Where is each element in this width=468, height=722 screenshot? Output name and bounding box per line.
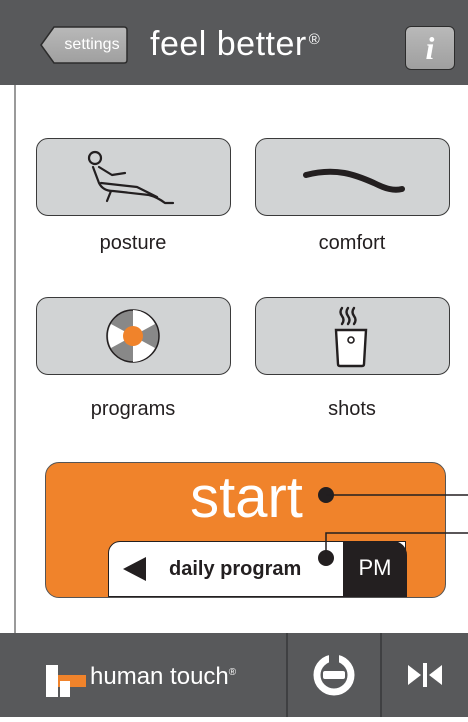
start-panel: start daily program PM: [45, 462, 446, 598]
app-screen: settings feel better® i posture comfort: [0, 0, 468, 717]
play-pause-icon: [408, 663, 442, 687]
registered-mark: ®: [308, 31, 321, 48]
power-circle-icon: [313, 651, 355, 696]
app-title-text: feel better: [150, 25, 307, 63]
recliner-posture-icon: [87, 150, 175, 205]
bottom-bar: human touch®: [0, 633, 468, 717]
pm-toggle[interactable]: PM: [343, 541, 407, 597]
posture-label: posture: [99, 232, 167, 254]
play-pause-button[interactable]: [382, 633, 468, 717]
left-arrow-icon[interactable]: [121, 555, 149, 583]
info-button[interactable]: i: [405, 26, 455, 70]
top-bar: settings feel better ® i: [0, 0, 468, 85]
steaming-cup-icon: [334, 306, 368, 368]
info-icon: i: [425, 30, 435, 66]
start-button[interactable]: start: [46, 463, 447, 533]
wave-curve-icon: [303, 168, 405, 193]
brand-logo: human touch®: [38, 657, 270, 697]
comfort-button[interactable]: [255, 138, 450, 216]
programs-label: programs: [90, 398, 176, 420]
left-border: [14, 85, 16, 633]
brand-name: human touch®: [90, 663, 237, 690]
posture-button[interactable]: [36, 138, 231, 216]
programs-button[interactable]: [36, 297, 231, 375]
app-title: feel better ®: [150, 22, 320, 66]
shots-label: shots: [328, 398, 376, 420]
settings-back-button[interactable]: settings: [40, 26, 128, 64]
brand-mark-icon: [46, 665, 86, 697]
daily-program-label: daily program: [169, 558, 302, 580]
comfort-label: comfort: [318, 232, 386, 254]
power-button[interactable]: [288, 633, 380, 717]
settings-label: settings: [64, 36, 120, 53]
program-disc-icon: [106, 309, 160, 363]
shots-button[interactable]: [255, 297, 450, 375]
